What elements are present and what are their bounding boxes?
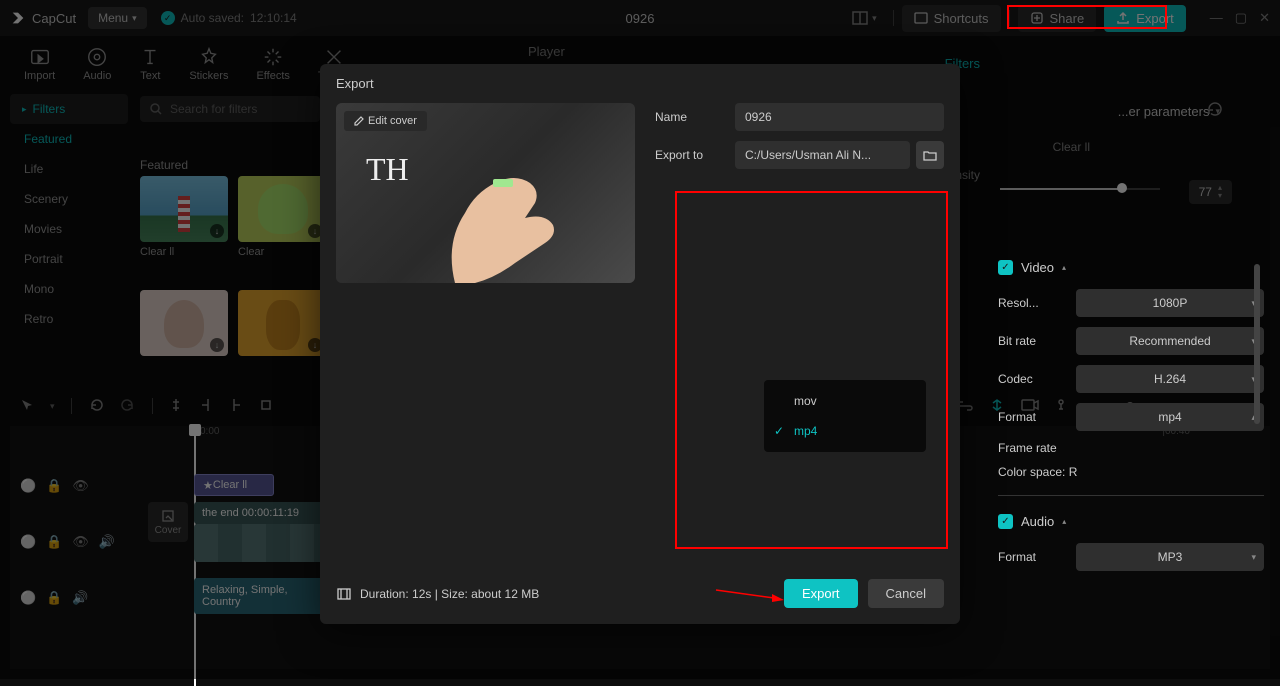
sound-icon[interactable]: 🔊 bbox=[99, 534, 115, 550]
dialog-title: Export bbox=[320, 64, 960, 103]
filter-thumb-3[interactable]: ↓ bbox=[140, 290, 228, 356]
format-label: Format bbox=[998, 410, 1076, 424]
framerate-label: Frame rate bbox=[998, 441, 1076, 455]
codec-label: Codec bbox=[998, 372, 1076, 386]
split-right-icon[interactable] bbox=[229, 397, 243, 416]
filter-cat-life[interactable]: Life bbox=[10, 154, 128, 184]
filter-cat-scenery[interactable]: Scenery bbox=[10, 184, 128, 214]
video-preview: Edit cover TH bbox=[336, 103, 635, 283]
fx-icon[interactable]: ⚪ bbox=[20, 534, 36, 550]
search-icon bbox=[150, 103, 162, 115]
filter-thumb-4[interactable]: ↓ bbox=[238, 290, 326, 356]
search-input[interactable]: Search for filters bbox=[140, 96, 320, 122]
export-dialog: Export Edit cover TH Name Export to bbox=[320, 64, 960, 624]
split-icon[interactable] bbox=[169, 397, 183, 416]
sound-icon[interactable]: 🔊 bbox=[72, 590, 88, 606]
timecode-start: 0:00 bbox=[200, 426, 219, 437]
download-icon: ↓ bbox=[210, 338, 224, 352]
export-button[interactable]: Export bbox=[1104, 5, 1186, 32]
lock-icon[interactable]: 🔒 bbox=[46, 534, 62, 550]
duration-info: Duration: 12s | Size: about 12 MB bbox=[336, 587, 539, 601]
tab-import[interactable]: Import bbox=[10, 40, 69, 88]
fx-icon[interactable]: ⚪ bbox=[20, 478, 36, 494]
split-left-icon[interactable] bbox=[199, 397, 213, 416]
project-name: 0926 bbox=[626, 11, 655, 26]
eye-icon[interactable]: 👁 bbox=[72, 478, 89, 494]
filter-cat-movies[interactable]: Movies bbox=[10, 214, 128, 244]
eye-icon[interactable]: 👁 bbox=[72, 534, 89, 550]
audio-section-header: ✓ Audio ▴ bbox=[998, 514, 1264, 529]
intensity-value[interactable]: 77 ▴▾ bbox=[1189, 180, 1232, 204]
filter-thumb-clear[interactable]: ↓ Clear bbox=[238, 176, 326, 258]
tab-text[interactable]: Text bbox=[125, 40, 175, 88]
audio-format-dropdown[interactable]: MP3▾ bbox=[1076, 543, 1264, 571]
codec-dropdown[interactable]: H.264▾ bbox=[1076, 365, 1264, 393]
format-dropdown[interactable]: mp4▴ bbox=[1076, 403, 1264, 431]
clip-video-thumb[interactable] bbox=[194, 524, 334, 562]
dialog-export-button[interactable]: Export bbox=[784, 579, 858, 608]
filter-cat-portrait[interactable]: Portrait bbox=[10, 244, 128, 274]
param-tab-clear-ll[interactable]: Clear ll bbox=[1053, 140, 1090, 154]
name-input[interactable] bbox=[735, 103, 944, 131]
audio-checkbox[interactable]: ✓ bbox=[998, 514, 1013, 529]
resolution-dropdown[interactable]: 1080P▾ bbox=[1076, 289, 1264, 317]
filter-thumb-clear-ll[interactable]: ↓ Clear ll bbox=[140, 176, 228, 258]
format-dropdown-menu: mov mp4 bbox=[764, 380, 926, 452]
tab-stickers[interactable]: Stickers bbox=[175, 40, 242, 88]
filters-header[interactable]: ▸Filters bbox=[10, 94, 128, 124]
delete-icon[interactable] bbox=[259, 398, 273, 415]
browse-folder-button[interactable] bbox=[916, 141, 944, 169]
app-logo: CapCut bbox=[10, 10, 76, 26]
player-title: Player bbox=[528, 44, 565, 59]
export-to-input[interactable] bbox=[735, 141, 910, 169]
check-icon: ✓ bbox=[161, 11, 175, 25]
tab-audio[interactable]: Audio bbox=[69, 40, 125, 88]
format-option-mp4[interactable]: mp4 bbox=[764, 416, 926, 446]
export-to-label: Export to bbox=[655, 148, 735, 162]
filter-cat-retro[interactable]: Retro bbox=[10, 304, 128, 334]
maximize-icon[interactable]: ▢ bbox=[1235, 10, 1247, 26]
audio-format-label: Format bbox=[998, 550, 1076, 564]
shortcuts-button[interactable]: Shortcuts bbox=[902, 5, 1001, 32]
lock-icon[interactable]: 🔒 bbox=[46, 478, 62, 494]
filter-cat-featured[interactable]: Featured bbox=[10, 124, 128, 154]
format-option-mov[interactable]: mov bbox=[764, 386, 926, 416]
close-icon[interactable]: ✕ bbox=[1259, 10, 1270, 26]
tool-chevron[interactable]: ▾ bbox=[50, 401, 55, 412]
clip-audio[interactable]: Relaxing, Simple, Country bbox=[194, 578, 334, 614]
resolution-label: Resol... bbox=[998, 296, 1076, 310]
tab-effects[interactable]: Effects bbox=[242, 40, 303, 88]
fx-icon[interactable]: ⚪ bbox=[20, 590, 36, 606]
lock-icon[interactable]: 🔒 bbox=[46, 590, 62, 606]
reset-icon[interactable] bbox=[1206, 100, 1224, 121]
menu-button[interactable]: Menu▾ bbox=[88, 7, 147, 29]
bitrate-label: Bit rate bbox=[998, 334, 1076, 348]
filter-params-header: ...er parameters▾ bbox=[1118, 104, 1220, 119]
settings-scrollbar[interactable] bbox=[1254, 264, 1260, 494]
download-icon: ↓ bbox=[210, 224, 224, 238]
selection-tool-icon[interactable] bbox=[20, 398, 34, 415]
bitrate-dropdown[interactable]: Recommended▾ bbox=[1076, 327, 1264, 355]
autosave-status: ✓ Auto saved: 12:10:14 bbox=[161, 11, 297, 25]
preview-text: TH bbox=[366, 151, 409, 188]
dialog-cancel-button[interactable]: Cancel bbox=[868, 579, 944, 608]
undo-icon[interactable] bbox=[88, 397, 104, 416]
video-section-header: ✓ Video ▴ bbox=[998, 260, 1264, 275]
filter-cat-mono[interactable]: Mono bbox=[10, 274, 128, 304]
featured-section-label: Featured bbox=[140, 158, 188, 172]
video-checkbox[interactable]: ✓ bbox=[998, 260, 1013, 275]
name-label: Name bbox=[655, 110, 735, 124]
colorspace-label: Color space: R bbox=[998, 465, 1264, 479]
share-button[interactable]: Share bbox=[1018, 5, 1097, 32]
clip-filter[interactable]: ★ Clear ll bbox=[194, 474, 274, 496]
clip-video-label[interactable]: the end 00:00:11:19 bbox=[194, 502, 334, 524]
redo-icon[interactable] bbox=[120, 397, 136, 416]
aspect-ratio-button[interactable]: ▾ bbox=[844, 7, 885, 29]
minimize-icon[interactable]: — bbox=[1210, 10, 1223, 26]
edit-cover-button[interactable]: Edit cover bbox=[344, 111, 427, 131]
cover-button[interactable]: Cover bbox=[148, 502, 188, 542]
